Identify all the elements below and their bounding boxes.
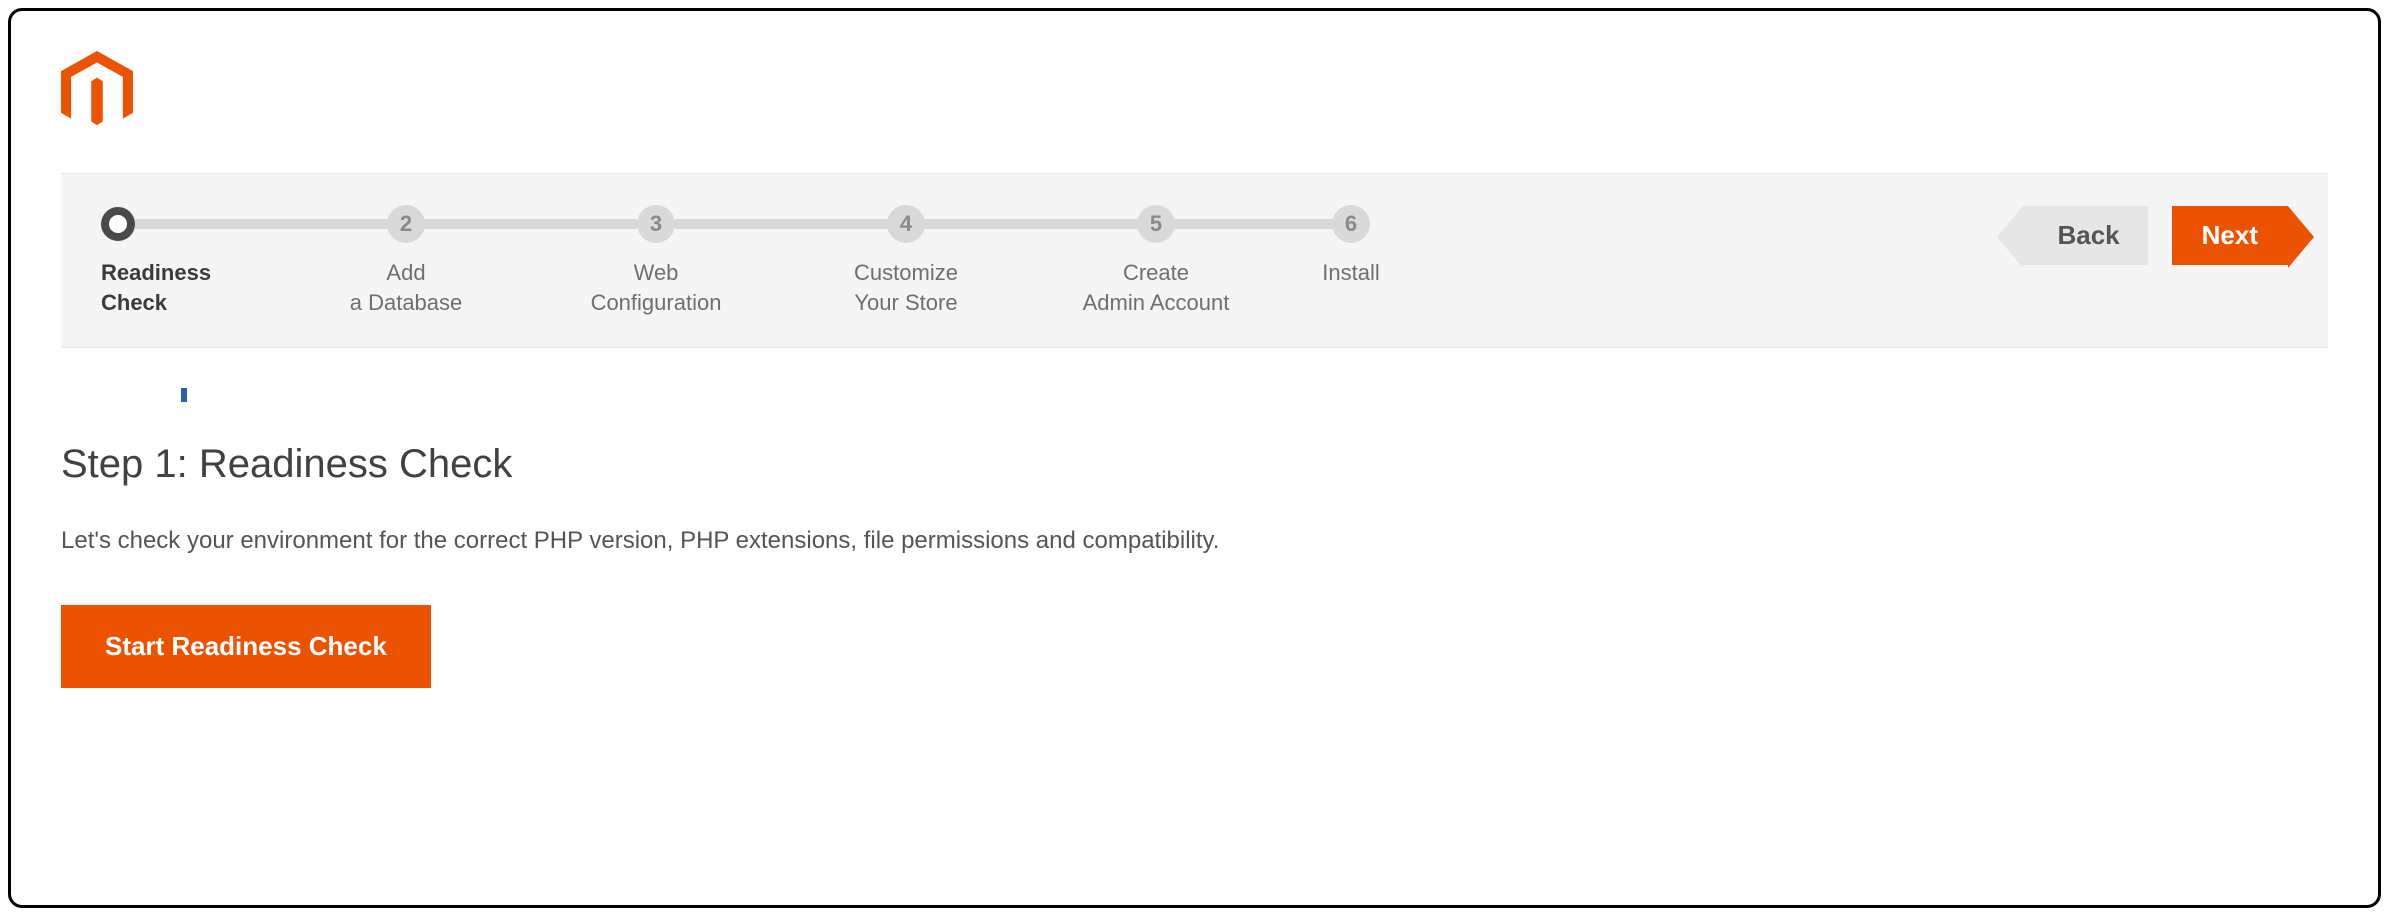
step-add-database[interactable]: 2 Add a Database [281, 204, 531, 317]
step-label: Install [1322, 258, 1379, 288]
step-web-configuration[interactable]: 3 Web Configuration [531, 204, 781, 317]
back-button[interactable]: Back [2023, 206, 2147, 265]
wizard-nav: Back Next [2023, 206, 2288, 265]
step-indicator: 4 [887, 205, 925, 243]
start-readiness-check-button[interactable]: Start Readiness Check [61, 605, 431, 688]
step-label: Readiness Check [101, 258, 211, 317]
step-install[interactable]: 6 Install [1281, 204, 1421, 288]
step-indicator-active [101, 207, 135, 241]
installer-frame: Readiness Check 2 Add a Database 3 Web C… [8, 8, 2381, 908]
step-indicator: 3 [637, 205, 675, 243]
page-title: Step 1: Readiness Check [61, 442, 2328, 487]
step-label: Create Admin Account [1083, 258, 1230, 317]
next-button[interactable]: Next [2172, 206, 2288, 265]
step-indicator: 2 [387, 205, 425, 243]
magento-logo-icon [61, 51, 133, 133]
step-label: Web Configuration [591, 258, 722, 317]
step-indicator: 5 [1137, 205, 1175, 243]
magento-logo [61, 51, 2328, 133]
step-label: Customize Your Store [854, 258, 958, 317]
step-readiness-check[interactable]: Readiness Check [101, 204, 281, 317]
page-description: Let's check your environment for the cor… [61, 527, 2328, 555]
wizard-steps: Readiness Check 2 Add a Database 3 Web C… [101, 204, 1983, 317]
step-create-admin[interactable]: 5 Create Admin Account [1031, 204, 1281, 317]
step-indicator: 6 [1332, 205, 1370, 243]
caret-marker [181, 388, 187, 402]
step-label: Add a Database [350, 258, 463, 317]
wizard-progress: Readiness Check 2 Add a Database 3 Web C… [61, 173, 2328, 348]
step-customize-store[interactable]: 4 Customize Your Store [781, 204, 1031, 317]
page-content: Step 1: Readiness Check Let's check your… [61, 348, 2328, 688]
